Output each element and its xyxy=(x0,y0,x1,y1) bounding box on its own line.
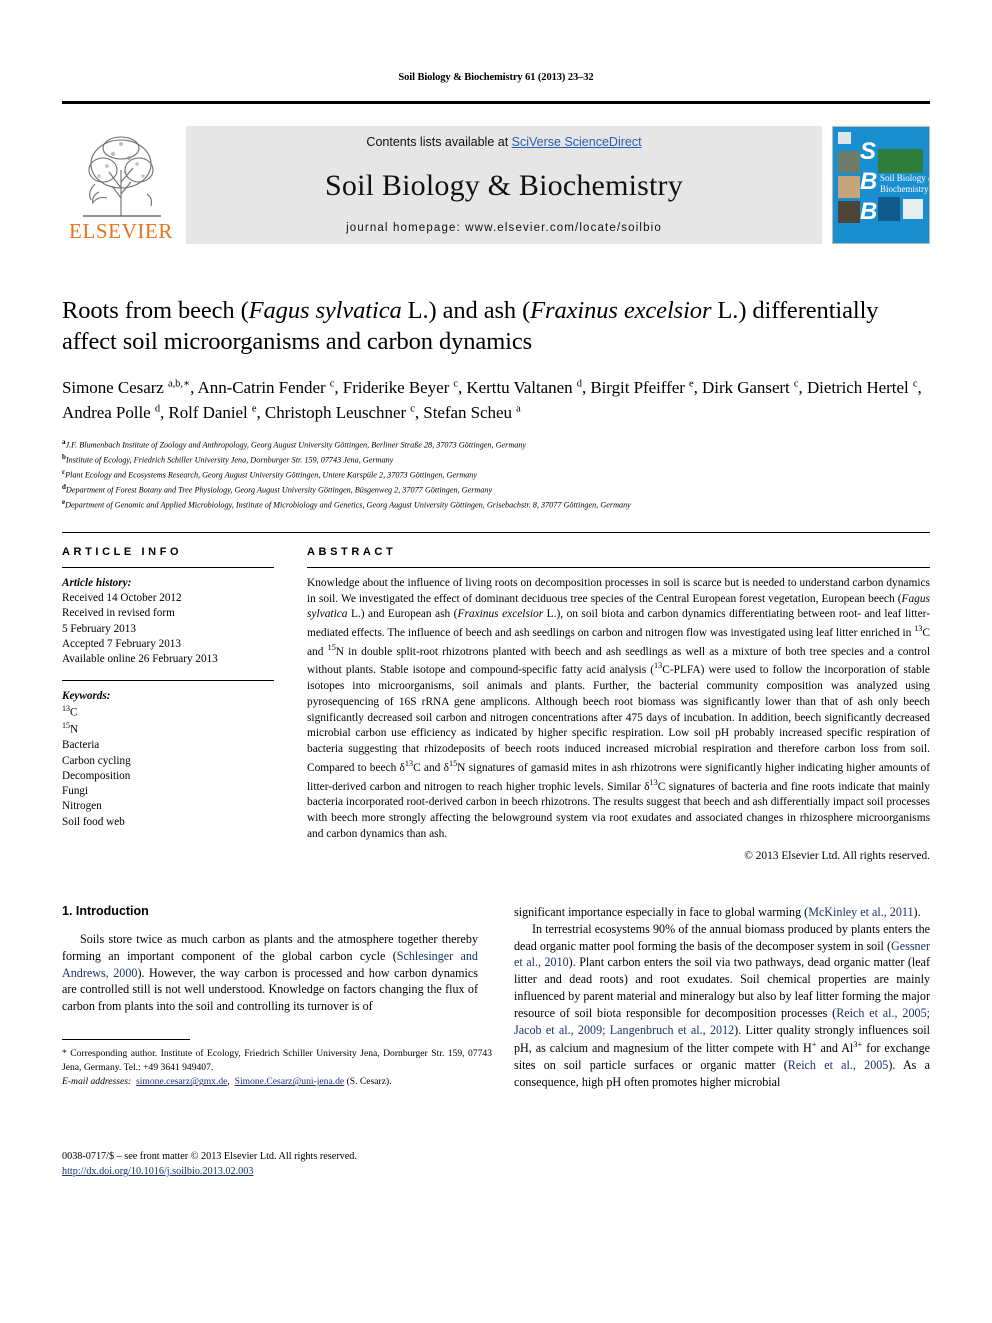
email-link-1[interactable]: simone.cesarz@gmx.de xyxy=(136,1076,227,1087)
keyword-item: Fungi xyxy=(62,785,89,798)
masthead-banner: Contents lists available at SciVerse Sci… xyxy=(186,126,822,244)
article-body: 1. Introduction Soils store twice as muc… xyxy=(62,903,930,1177)
history-line: Received 14 October 2012 xyxy=(62,592,182,605)
affiliation-text: J.F. Blumenbach Institute of Zoology and… xyxy=(65,440,527,450)
corresponding-author-text: * Corresponding author. Institute of Eco… xyxy=(62,1048,492,1074)
history-line: Available online 26 February 2013 xyxy=(62,652,218,665)
affiliation-text: Department of Forest Botany and Tree Phy… xyxy=(65,485,493,495)
affiliation-item: cPlant Ecology and Ecosystems Research, … xyxy=(62,467,930,482)
affiliation-text: Department of Genomic and Applied Microb… xyxy=(65,500,631,510)
svg-text:B: B xyxy=(860,168,877,195)
email-addresses-label: E-mail addresses: xyxy=(62,1076,132,1088)
journal-masthead: ELSEVIER Contents lists available at Sci… xyxy=(62,126,930,244)
page-title: Roots from beech (Fagus sylvatica L.) an… xyxy=(62,297,879,355)
keyword-item: Nitrogen xyxy=(62,800,102,813)
journal-cover-thumbnail[interactable]: S B B Soil Biology & Biochemistry xyxy=(832,126,930,244)
sciencedirect-link[interactable]: SciVerse ScienceDirect xyxy=(512,135,642,149)
svg-text:S: S xyxy=(860,138,876,165)
keyword-item: Bacteria xyxy=(62,739,100,752)
abstract-column: ABSTRACT Knowledge about the influence o… xyxy=(274,546,930,862)
affiliation-text: Plant Ecology and Ecosystems Research, G… xyxy=(65,470,477,480)
journal-title: Soil Biology & Biochemistry xyxy=(325,168,683,202)
abstract-copyright: © 2013 Elsevier Ltd. All rights reserved… xyxy=(744,849,930,862)
keyword-item: 15N xyxy=(62,721,79,737)
footnote-rule xyxy=(62,1039,190,1047)
abstract-rule xyxy=(307,566,930,568)
affiliation-item: eDepartment of Genomic and Applied Micro… xyxy=(62,497,930,512)
svg-text:Biochemistry: Biochemistry xyxy=(880,184,929,194)
keyword-item: Decomposition xyxy=(62,769,131,782)
article-history-label: Article history: xyxy=(62,576,132,589)
author-list: Simone Cesarz a,b,∗, Ann-Catrin Fender c… xyxy=(62,377,922,423)
history-line: 5 February 2013 xyxy=(62,622,136,635)
elsevier-wordmark: ELSEVIER xyxy=(69,219,173,243)
running-head: Soil Biology & Biochemistry 61 (2013) 23… xyxy=(398,72,594,83)
article-info-rule xyxy=(62,566,274,568)
affiliation-text: Institute of Ecology, Friedrich Schiller… xyxy=(65,455,394,465)
abstract-body: Knowledge about the influence of living … xyxy=(307,576,931,840)
keywords-block: Keywords: 13C 15N Bacteria Carbon cyclin… xyxy=(62,680,274,830)
corresponding-author-note: * Corresponding author. Institute of Eco… xyxy=(62,1048,492,1088)
article-history-block: Article history: Received 14 October 201… xyxy=(62,576,274,667)
body-column-right: significant importance especially in fac… xyxy=(514,904,930,1092)
body-column-left: 1. Introduction Soils store twice as muc… xyxy=(62,903,492,1177)
keywords-label: Keywords: xyxy=(62,690,111,703)
affiliation-item: aJ.F. Blumenbach Institute of Zoology an… xyxy=(62,437,930,452)
masthead-top-rule xyxy=(62,101,930,104)
history-line: Accepted 7 February 2013 xyxy=(62,637,181,650)
title-block: Roots from beech (Fagus sylvatica L.) an… xyxy=(62,296,930,512)
journal-article-page: Soil Biology & Biochemistry 61 (2013) 23… xyxy=(0,0,992,1323)
contents-list-line: Contents lists available at SciVerse Sci… xyxy=(366,135,641,149)
intro-paragraph-left: Soils store twice as much carbon as plan… xyxy=(62,931,478,1014)
affiliation-item: bInstitute of Ecology, Friedrich Schille… xyxy=(62,452,930,467)
issn-line: 0038-0717/$ – see front matter © 2013 El… xyxy=(62,1150,357,1162)
intro-paragraph-right-2: In terrestrial ecosystems 90% of the ann… xyxy=(514,921,930,1090)
email-link-2[interactable]: Simone.Cesarz@uni-jena.de xyxy=(235,1076,345,1087)
elsevier-tree-icon xyxy=(83,136,161,217)
journal-homepage-line[interactable]: journal homepage: www.elsevier.com/locat… xyxy=(346,222,662,234)
keyword-item: Soil food web xyxy=(62,815,125,828)
contents-prefix: Contents lists available at xyxy=(366,135,512,149)
affiliation-list: aJ.F. Blumenbach Institute of Zoology an… xyxy=(62,437,930,512)
abstract-heading: ABSTRACT xyxy=(307,545,397,558)
email-suffix: (S. Cesarz). xyxy=(346,1076,392,1088)
affiliation-item: dDepartment of Forest Botany and Tree Ph… xyxy=(62,482,930,497)
intro-paragraph-right-1: significant importance especially in fac… xyxy=(514,904,921,919)
info-abstract-band: ARTICLE INFO Article history: Received 1… xyxy=(62,531,930,862)
elsevier-logo: ELSEVIER xyxy=(62,126,180,244)
article-info-heading: ARTICLE INFO xyxy=(62,545,183,558)
article-info-column: ARTICLE INFO Article history: Received 1… xyxy=(62,546,274,862)
keyword-item: Carbon cycling xyxy=(62,754,131,767)
svg-text:B: B xyxy=(860,198,877,225)
section-heading-introduction: 1. Introduction xyxy=(62,903,149,918)
issn-doi-block: 0038-0717/$ – see front matter © 2013 El… xyxy=(62,1150,502,1180)
svg-text:Soil Biology &: Soil Biology & xyxy=(880,173,929,183)
doi-link[interactable]: http://dx.doi.org/10.1016/j.soilbio.2013… xyxy=(62,1166,253,1177)
cover-artwork: S B B Soil Biology & Biochemistry xyxy=(833,127,929,243)
history-line: Received in revised form xyxy=(62,607,175,620)
keyword-item: 13C xyxy=(62,704,78,720)
